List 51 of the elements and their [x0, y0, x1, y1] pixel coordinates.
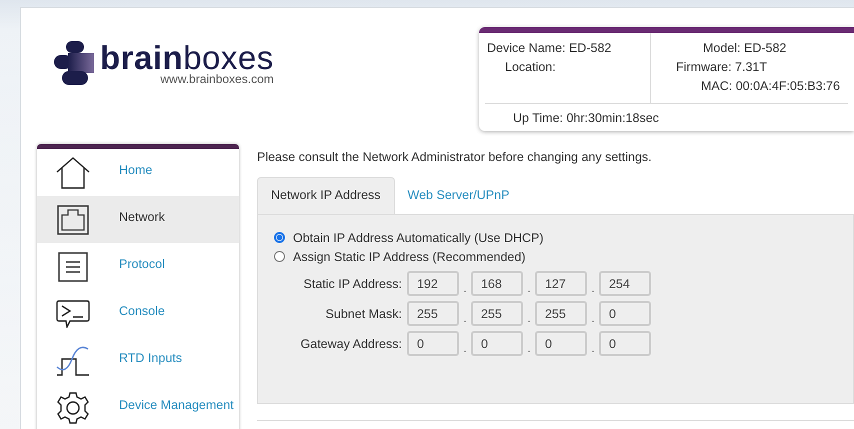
- input-field[interactable]: 0: [470, 331, 523, 356]
- mac-address: MAC: 00:0A:4F:05:B3:76: [700, 79, 840, 93]
- up-time: Up Time: 0hr:30min:18sec: [513, 111, 659, 125]
- input-field[interactable]: 255: [406, 301, 459, 326]
- input-field[interactable]: 192: [406, 271, 459, 296]
- field-label: Static IP Address:: [302, 276, 402, 290]
- sidebar-item[interactable]: Protocol: [37, 243, 239, 290]
- logo-icon: [54, 41, 96, 85]
- input-field[interactable]: 0: [598, 301, 651, 326]
- sidebar-item[interactable]: Console: [37, 290, 239, 337]
- sidebar-item[interactable]: Device Management: [37, 384, 239, 429]
- device-name: Device Name: ED-582: [487, 41, 612, 55]
- firmware: Firmware: 7.31T: [676, 60, 768, 74]
- separator-dot: .: [590, 344, 596, 356]
- input-field[interactable]: 0: [598, 331, 651, 356]
- signal-wave-icon: [55, 344, 91, 376]
- separator-dot: .: [590, 314, 596, 326]
- home-icon: [55, 156, 91, 188]
- radio-label: Obtain IP Address Automatically (Use DHCP): [292, 230, 544, 244]
- separator-dot: .: [462, 344, 468, 356]
- separator-dot: .: [526, 344, 532, 356]
- sidebar-item[interactable]: RTD Inputs: [37, 337, 239, 384]
- sidebar-item[interactable]: Network: [37, 196, 239, 243]
- tab[interactable]: Web Server/UPnP: [394, 177, 522, 214]
- separator-dot: .: [590, 284, 596, 296]
- radio-button[interactable]: [274, 232, 285, 243]
- field-label: Gateway Address:: [300, 336, 402, 350]
- sidebar-item[interactable]: Home: [37, 149, 239, 196]
- input-field[interactable]: 0: [406, 331, 459, 356]
- console-icon: [55, 300, 91, 328]
- input-field[interactable]: 254: [598, 271, 651, 296]
- separator-dot: .: [462, 284, 468, 296]
- notice-text: Please consult the Network Administrator before changing any settings.: [256, 150, 653, 164]
- input-field[interactable]: 255: [470, 301, 523, 326]
- radio-label: Assign Static IP Address (Recommended): [292, 250, 526, 264]
- radio-button[interactable]: [274, 251, 285, 262]
- gear-icon: [55, 392, 91, 424]
- network-port-icon: [55, 204, 91, 234]
- input-field[interactable]: 0: [534, 331, 587, 356]
- separator-dot: .: [526, 314, 532, 326]
- input-field[interactable]: 255: [534, 301, 587, 326]
- website-url: www.brainboxes.com: [160, 72, 274, 86]
- location: Location:: [504, 60, 557, 74]
- input-field[interactable]: 168: [470, 271, 523, 296]
- separator-dot: .: [462, 314, 468, 326]
- tab[interactable]: Network IP Address: [256, 177, 395, 214]
- input-field[interactable]: 127: [534, 271, 587, 296]
- field-label: Subnet Mask:: [324, 306, 402, 320]
- brand-name: brainboxes: [100, 41, 274, 74]
- separator-dot: .: [526, 284, 532, 296]
- model: Model: ED-582: [702, 41, 788, 55]
